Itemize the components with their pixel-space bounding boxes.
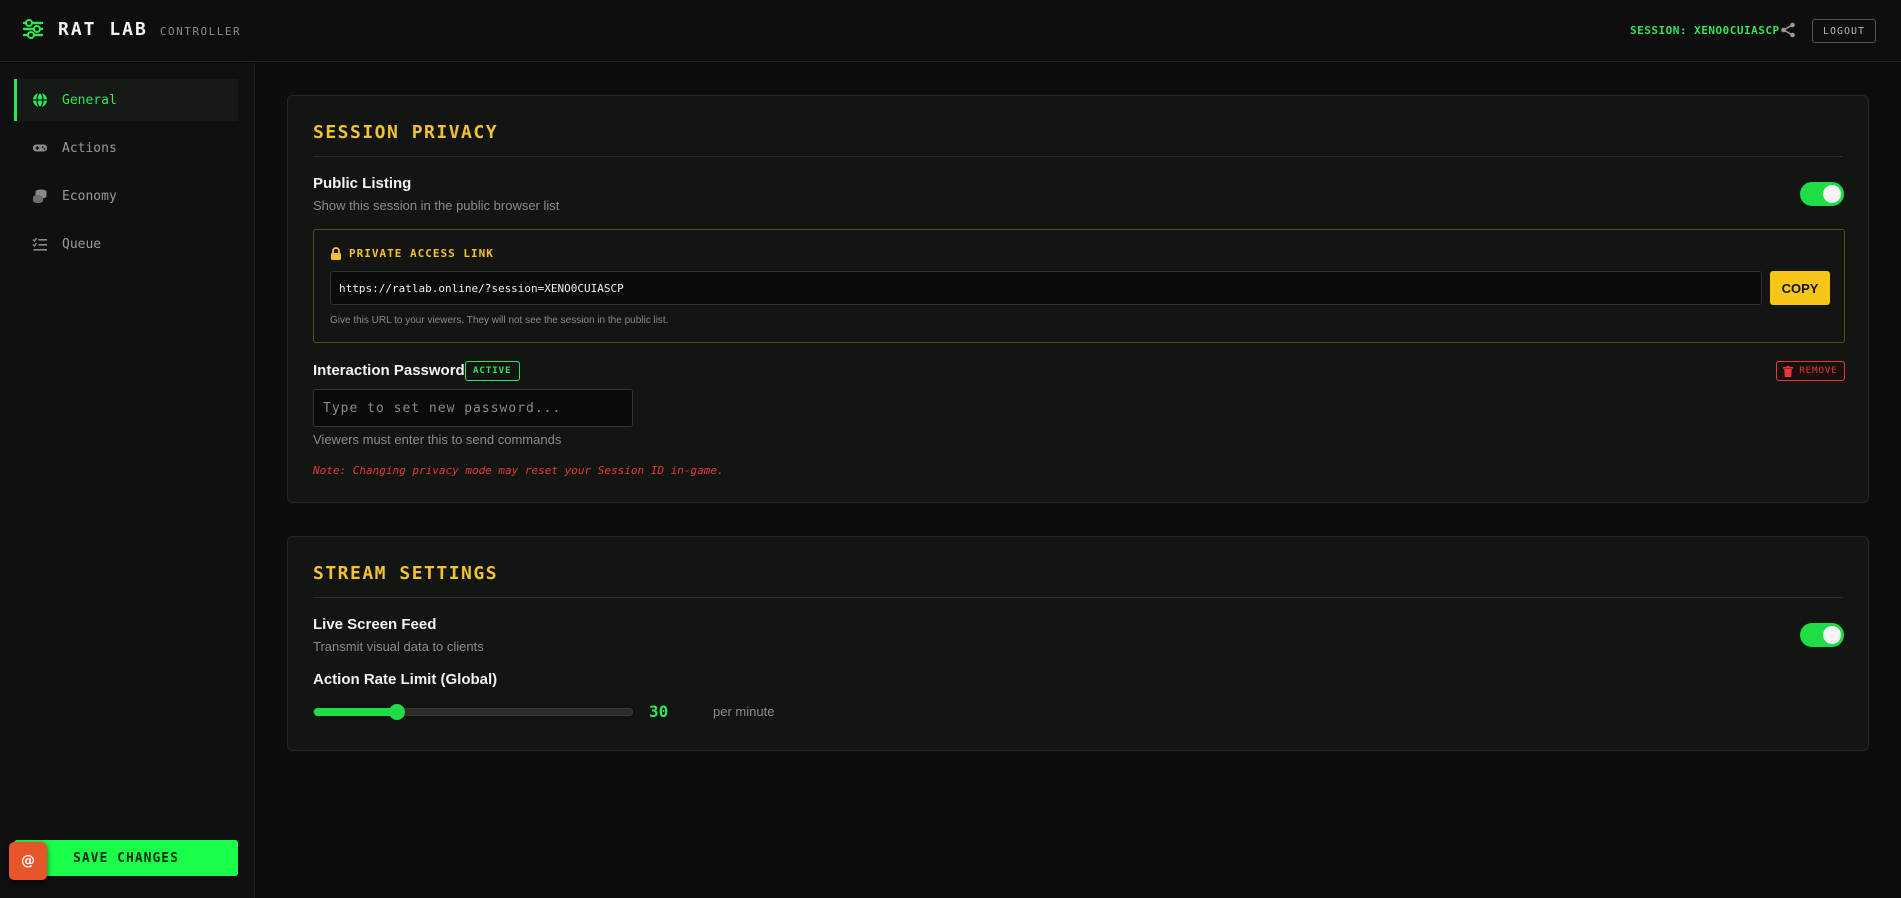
session-privacy-panel: SESSION PRIVACY Public Listing Show this…	[287, 95, 1869, 503]
divider	[313, 156, 1843, 157]
access-link-label: PRIVATE ACCESS LINK	[330, 247, 494, 260]
gamepad-icon	[32, 144, 48, 152]
sidebar-item-economy[interactable]: Economy	[14, 175, 238, 217]
live-feed-title: Live Screen Feed	[313, 616, 437, 633]
privacy-note: Note: Changing privacy mode may reset yo…	[313, 464, 724, 477]
sidebar: General Actions Economy Queue SAVE CHANG…	[0, 63, 255, 898]
live-feed-toggle[interactable]	[1800, 623, 1844, 647]
sidebar-item-label: Economy	[62, 188, 117, 204]
sidebar-item-label: Actions	[62, 140, 117, 156]
stream-settings-panel: STREAM SETTINGS Live Screen Feed Transmi…	[287, 536, 1869, 751]
lock-icon	[331, 247, 341, 260]
password-input[interactable]	[313, 389, 633, 427]
sidebar-item-label: Queue	[62, 236, 102, 252]
divider	[313, 597, 1843, 598]
rate-limit-slider[interactable]	[313, 704, 633, 720]
slider-thumb[interactable]	[388, 704, 405, 720]
remove-password-button[interactable]: REMOVE	[1776, 361, 1845, 381]
access-url-input[interactable]	[330, 271, 1762, 305]
sidebar-item-label: General	[62, 92, 117, 108]
share-icon[interactable]	[1780, 22, 1796, 38]
save-changes-button[interactable]: SAVE CHANGES	[14, 840, 238, 876]
panel-title: STREAM SETTINGS	[313, 563, 499, 584]
session-id-label: SESSION: XENO0CUIASCP	[1630, 24, 1780, 37]
rate-limit-value: 30	[649, 702, 669, 721]
brand-title: RAT LAB	[58, 18, 148, 40]
status-badge: ACTIVE	[465, 361, 520, 381]
password-title: Interaction Password	[313, 362, 465, 379]
private-access-box: PRIVATE ACCESS LINK COPY Give this URL t…	[313, 229, 1845, 343]
top-header: RAT LAB CONTROLLER SESSION: XENO0CUIASCP…	[0, 0, 1901, 62]
sliders-icon	[22, 19, 44, 39]
access-link-help: Give this URL to your viewers. They will…	[330, 315, 669, 326]
list-check-icon	[32, 237, 47, 251]
trash-icon	[1783, 365, 1794, 377]
panel-title: SESSION PRIVACY	[313, 122, 499, 143]
live-feed-subtitle: Transmit visual data to clients	[313, 639, 484, 654]
password-help: Viewers must enter this to send commands	[313, 432, 562, 447]
public-listing-toggle[interactable]	[1800, 182, 1844, 206]
sidebar-item-actions[interactable]: Actions	[14, 127, 238, 169]
copy-button[interactable]: COPY	[1770, 271, 1830, 305]
sidebar-item-general[interactable]: General	[14, 79, 238, 121]
rate-limit-unit: per minute	[713, 704, 775, 719]
globe-icon	[33, 92, 47, 108]
brand-subtitle: CONTROLLER	[159, 24, 242, 38]
logout-button[interactable]: LOGOUT	[1812, 19, 1876, 43]
coins-icon	[33, 189, 47, 203]
sidebar-item-queue[interactable]: Queue	[14, 223, 238, 265]
floating-at-badge[interactable]: @	[9, 842, 47, 880]
brand: RAT LAB CONTROLLER	[22, 18, 241, 40]
public-listing-subtitle: Show this session in the public browser …	[313, 198, 560, 213]
public-listing-title: Public Listing	[313, 175, 412, 192]
slider-fill	[314, 708, 397, 716]
rate-limit-title: Action Rate Limit (Global)	[313, 671, 498, 688]
